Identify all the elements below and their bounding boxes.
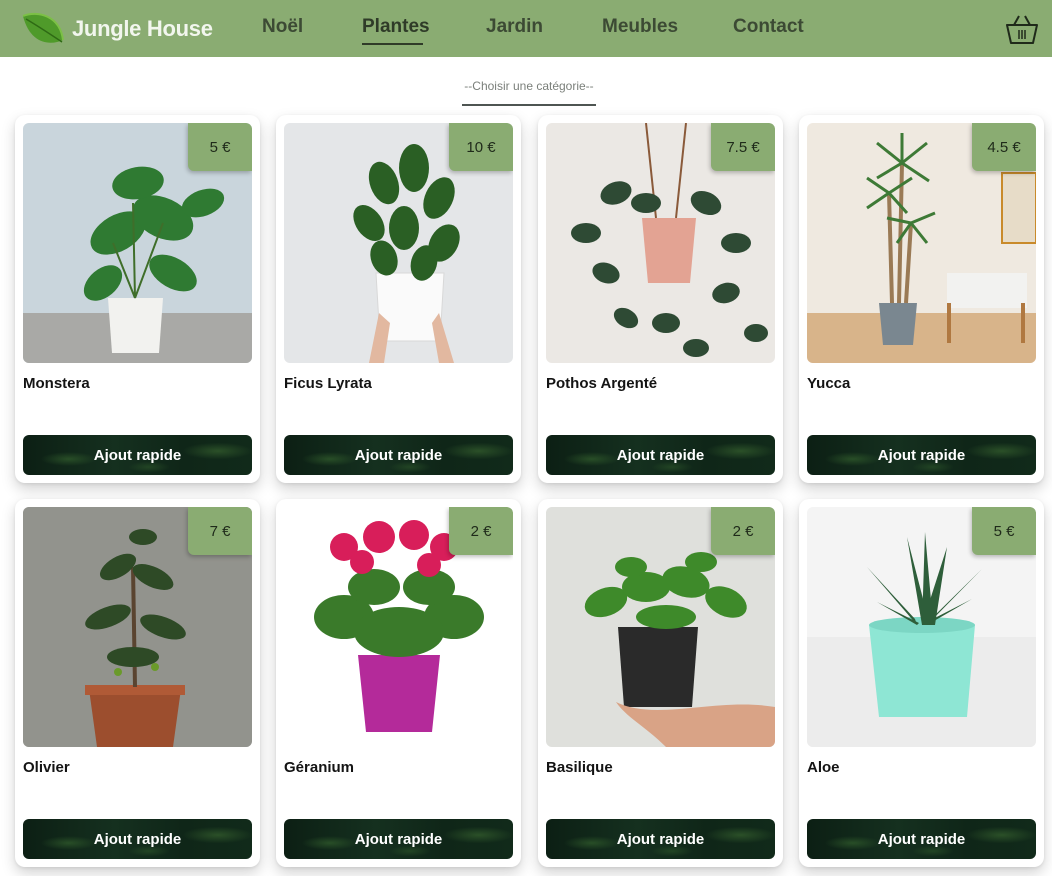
product-image-monstera: 5 € [23,123,252,363]
price-badge: 2 € [711,507,775,555]
product-card-pothos-argente[interactable]: 7.5 € Pothos Argenté Ajout rapide [538,115,783,483]
price-badge: 7.5 € [711,123,775,171]
product-image-aloe: 5 € [807,507,1036,747]
price-badge: 7 € [188,507,252,555]
product-name: Olivier [23,759,70,776]
price-badge: 2 € [449,507,513,555]
brand-name: Jungle House [72,16,213,41]
product-card-ficus-lyrata[interactable]: 10 € Ficus Lyrata Ajout rapide [276,115,521,483]
quick-add-button[interactable]: Ajout rapide [546,435,775,475]
top-header: Jungle House Noël Plantes Jardin Meubles… [0,0,1052,57]
product-image-basilique: 2 € [546,507,775,747]
basket-icon[interactable] [1004,12,1040,46]
product-image-geranium: 2 € [284,507,513,747]
quick-add-button[interactable]: Ajout rapide [23,819,252,859]
quick-add-button[interactable]: Ajout rapide [546,819,775,859]
nav-item-noel[interactable]: Noël [262,16,303,38]
price-badge: 4.5 € [972,123,1036,171]
quick-add-button[interactable]: Ajout rapide [284,435,513,475]
product-name: Basilique [546,759,613,776]
category-select[interactable]: --Choisir une catégorie-- [462,76,596,106]
nav-item-plantes[interactable]: Plantes [362,16,430,38]
quick-add-button[interactable]: Ajout rapide [284,819,513,859]
nav-item-contact[interactable]: Contact [733,16,804,38]
quick-add-button[interactable]: Ajout rapide [807,819,1036,859]
product-name: Pothos Argenté [546,375,658,392]
product-card-olivier[interactable]: 7 € Olivier Ajout rapide [15,499,260,867]
brand-logo[interactable]: Jungle House [20,10,213,48]
product-card-yucca[interactable]: 4.5 € Yucca Ajout rapide [799,115,1044,483]
product-card-monstera[interactable]: 5 € Monstera Ajout rapide [15,115,260,483]
nav-item-jardin[interactable]: Jardin [486,16,543,38]
product-card-aloe[interactable]: 5 € Aloe Ajout rapide [799,499,1044,867]
price-badge: 10 € [449,123,513,171]
nav-item-meubles[interactable]: Meubles [602,16,678,38]
product-card-geranium[interactable]: 2 € Géranium Ajout rapide [276,499,521,867]
leaf-icon [22,12,64,43]
product-image-pothos-argente: 7.5 € [546,123,775,363]
quick-add-button[interactable]: Ajout rapide [23,435,252,475]
price-badge: 5 € [188,123,252,171]
product-name: Ficus Lyrata [284,375,372,392]
product-card-basilique[interactable]: 2 € Basilique Ajout rapide [538,499,783,867]
active-nav-underline [362,43,423,45]
product-image-yucca: 4.5 € [807,123,1036,363]
product-image-olivier: 7 € [23,507,252,747]
product-name: Géranium [284,759,355,776]
quick-add-button[interactable]: Ajout rapide [807,435,1036,475]
product-image-ficus-lyrata: 10 € [284,123,513,363]
product-name: Aloe [807,759,840,776]
product-name: Monstera [23,375,90,392]
product-name: Yucca [807,375,851,392]
price-badge: 5 € [972,507,1036,555]
